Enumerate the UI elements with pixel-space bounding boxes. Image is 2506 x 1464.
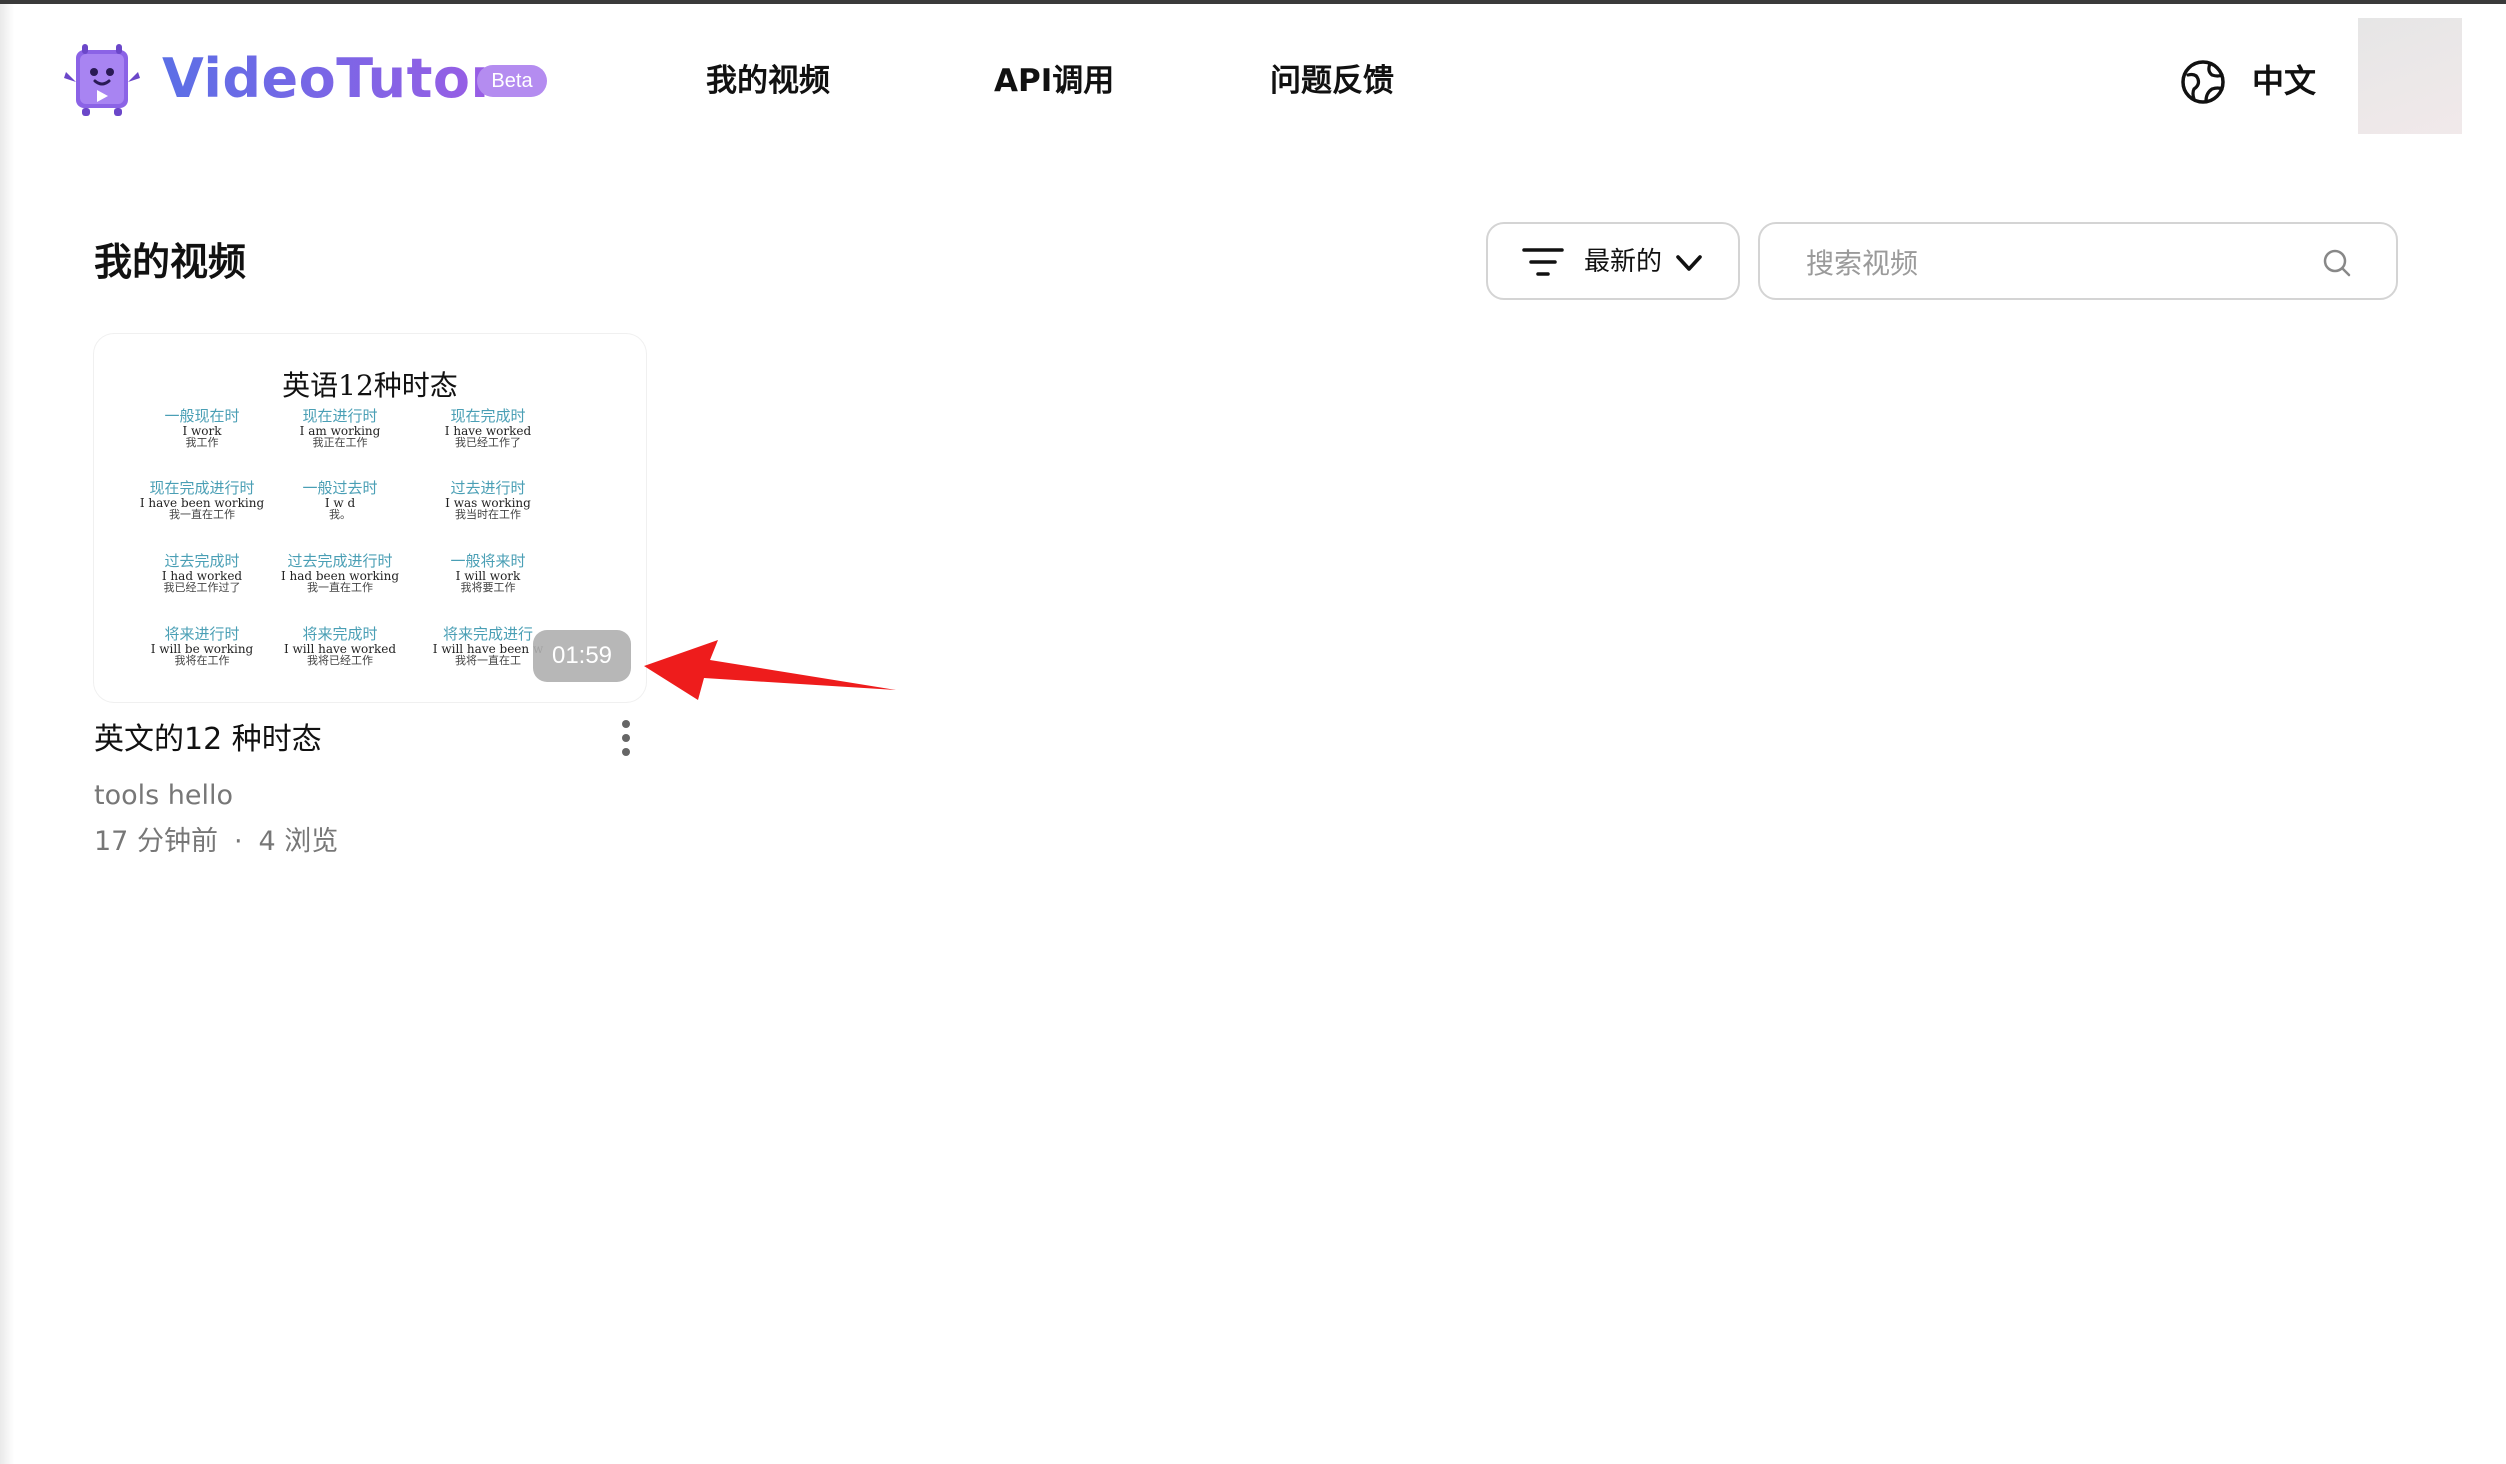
tense-zh-text: 我将在工作 xyxy=(174,654,230,668)
tense-zh-text: 我一直在工作 xyxy=(169,508,235,522)
beta-badge: Beta xyxy=(477,65,547,97)
tense-item: 一般过去时 I w d 我。 xyxy=(270,479,410,522)
search-box[interactable] xyxy=(1758,222,2398,300)
tense-item: 现在进行时 I am working 我正在工作 xyxy=(270,407,410,450)
avatar[interactable] xyxy=(2358,18,2462,134)
red-arrow-annotation xyxy=(644,640,896,700)
globe-icon[interactable] xyxy=(2180,59,2226,105)
tense-item: 过去完成进行时 I had been working 我一直在工作 xyxy=(270,552,410,595)
video-title[interactable]: 英文的12 种时态 xyxy=(94,718,322,762)
tense-cn-text: 现在进行时 xyxy=(302,407,378,425)
tense-item: 过去进行时 I was working 我当时在工作 xyxy=(418,479,558,522)
tense-cn-text: 将来进行时 xyxy=(164,625,240,643)
tense-item: 一般将来时 I will work 我将要工作 xyxy=(418,552,558,595)
tense-cn-text: 一般过去时 xyxy=(302,479,378,497)
window-top-border xyxy=(0,0,2506,4)
duration-badge: 01:59 xyxy=(533,630,631,682)
search-icon[interactable] xyxy=(2320,246,2354,280)
tense-cn-text: 过去完成进行时 xyxy=(287,552,393,570)
tense-zh-text: 我将要工作 xyxy=(460,581,516,595)
nav-feedback[interactable]: 问题反馈 xyxy=(1270,58,1394,104)
video-author: tools hello xyxy=(94,780,234,811)
tense-cn-text: 将来完成时 xyxy=(302,625,378,643)
tense-zh-text: 我正在工作 xyxy=(312,436,368,450)
brand-name[interactable]: VideoTutor xyxy=(162,44,498,114)
tense-zh-text: 我当时在工作 xyxy=(455,508,521,522)
tense-item: 过去完成时 I had worked 我已经工作过了 xyxy=(132,552,272,595)
tense-cn-text: 现在完成时 xyxy=(450,407,526,425)
tense-cn-text: 一般将来时 xyxy=(450,552,526,570)
search-input[interactable] xyxy=(1804,238,2308,288)
tense-item: 现在完成进行时 I have been working 我一直在工作 xyxy=(132,479,272,522)
tense-cn-text: 过去完成时 xyxy=(164,552,240,570)
filter-icon xyxy=(1522,248,1564,276)
tense-cn-text: 现在完成进行时 xyxy=(149,479,255,497)
thumbnail-heading: 英语12种时态 xyxy=(282,369,458,402)
view-count: 4 浏览 xyxy=(258,826,339,857)
time-ago: 17 分钟前 xyxy=(94,826,218,857)
tense-item: 现在完成时 I have worked 我已经工作了 xyxy=(418,407,558,450)
tense-zh-text: 我已经工作过了 xyxy=(163,581,241,595)
sort-dropdown[interactable]: 最新的 xyxy=(1486,222,1740,300)
separator-dot: · xyxy=(233,826,243,857)
nav-my-videos[interactable]: 我的视频 xyxy=(706,58,830,104)
tense-item: 一般现在时 I work 我工作 xyxy=(132,407,272,450)
window-left-edge xyxy=(0,4,14,1464)
nav-api[interactable]: API调用 xyxy=(994,58,1114,104)
tense-item: 将来进行时 I will be working 我将在工作 xyxy=(132,625,272,668)
more-options-icon[interactable] xyxy=(610,716,642,764)
video-meta: 17 分钟前 · 4 浏览 xyxy=(94,822,338,862)
tense-zh-text: 我将已经工作 xyxy=(307,654,373,668)
tense-zh-text: 我一直在工作 xyxy=(307,581,373,595)
page-title: 我的视频 xyxy=(94,240,247,284)
tense-zh-text: 我工作 xyxy=(185,436,219,450)
sort-label: 最新的 xyxy=(1584,247,1663,277)
tense-cn-text: 过去进行时 xyxy=(450,479,526,497)
robot-book-logo-icon[interactable] xyxy=(62,42,142,118)
language-selector[interactable]: 中文 xyxy=(2252,58,2316,104)
chevron-down-icon xyxy=(1676,255,1702,271)
tense-zh-text: 我。 xyxy=(329,508,351,522)
tense-item: 将来完成时 I will have worked 我将已经工作 xyxy=(270,625,410,668)
tense-cn-text: 一般现在时 xyxy=(164,407,240,425)
tense-zh-text: 我已经工作了 xyxy=(455,436,521,450)
